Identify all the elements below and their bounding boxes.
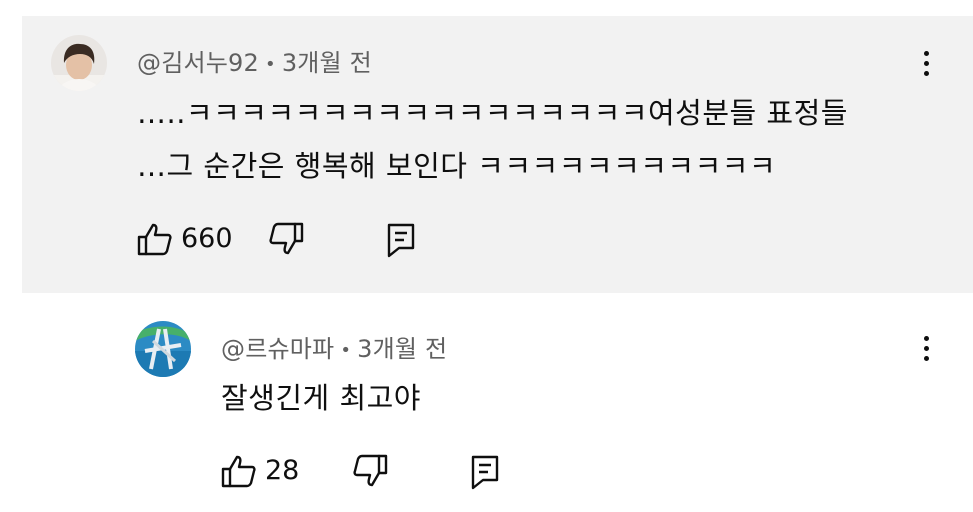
thumbs-up-icon[interactable] (221, 454, 257, 492)
reply-icon[interactable] (386, 222, 416, 262)
like-count: 660 (181, 223, 233, 254)
reply-icon[interactable] (470, 454, 500, 494)
more-options-button[interactable] (916, 43, 936, 83)
separator-dot: • (340, 339, 352, 361)
comment-time: 3개월 전 (281, 49, 372, 77)
comment-text-line: …..ㅋㅋㅋㅋㅋㅋㅋㅋㅋㅋㅋㅋㅋㅋㅋㅋㅋ여성분들 표정들 (137, 96, 848, 130)
thumbs-up-icon[interactable] (137, 222, 173, 260)
more-vert-icon (923, 335, 929, 341)
thumbs-down-icon[interactable] (352, 454, 388, 492)
author-handle[interactable]: @김서누92 (137, 49, 259, 77)
comment-actions: 28 (221, 452, 521, 492)
separator-dot: • (264, 53, 276, 75)
more-vert-icon (923, 50, 929, 56)
like-count: 28 (265, 455, 300, 486)
avatar[interactable] (51, 35, 107, 91)
comment-meta: @르슈마파 • 3개월 전 (221, 329, 447, 364)
thumbs-down-icon[interactable] (268, 222, 304, 260)
comment-meta: @김서누92 • 3개월 전 (137, 43, 372, 78)
comment-time: 3개월 전 (357, 335, 448, 363)
author-handle[interactable]: @르슈마파 (221, 335, 334, 363)
more-options-button[interactable] (916, 328, 936, 368)
comment-text-line: 잘생긴게 최고야 (221, 381, 421, 415)
comment-actions: 660 (137, 220, 437, 260)
avatar[interactable] (135, 321, 191, 377)
comment-text-line: …그 순간은 행복해 보인다 ㅋㅋㅋㅋㅋㅋㅋㅋㅋㅋㅋ (137, 149, 777, 183)
